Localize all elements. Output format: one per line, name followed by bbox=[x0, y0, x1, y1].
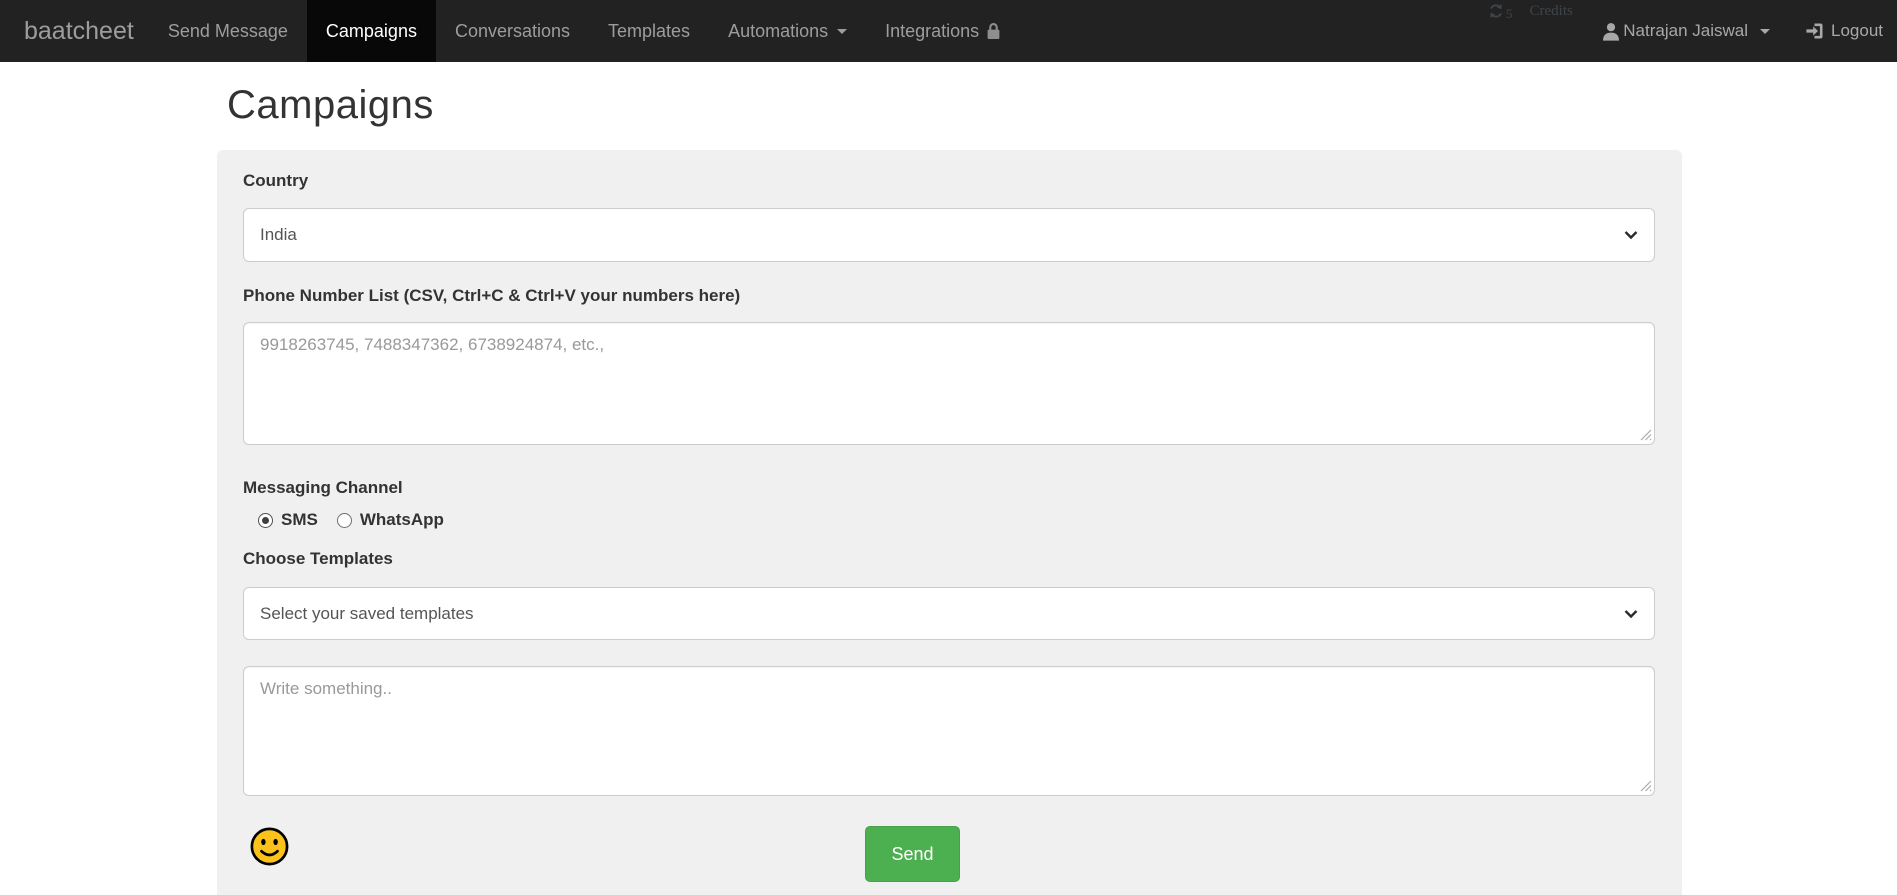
nav-item-integrations[interactable]: Integrations bbox=[866, 0, 1020, 62]
credits-indicator[interactable]: 5 Credits bbox=[1487, 1, 1573, 21]
choose-templates-label: Choose Templates bbox=[243, 549, 393, 568]
nav-item-automations[interactable]: Automations bbox=[709, 0, 866, 62]
messaging-channel-label: Messaging Channel bbox=[243, 478, 403, 497]
radio-whatsapp[interactable]: WhatsApp bbox=[336, 510, 444, 530]
brand-link[interactable]: baatcheet bbox=[0, 0, 149, 62]
logout-icon bbox=[1805, 22, 1824, 40]
radio-icon bbox=[258, 512, 273, 528]
navbar: baatcheet Send Message Campaigns Convers… bbox=[0, 0, 1897, 62]
nav-items: Send Message Campaigns Conversations Tem… bbox=[149, 0, 1020, 62]
country-select-value: India bbox=[260, 225, 297, 244]
logout-button[interactable]: Logout bbox=[1805, 21, 1883, 41]
phone-list-label: Phone Number List (CSV, Ctrl+C & Ctrl+V … bbox=[243, 286, 741, 305]
country-select[interactable]: India bbox=[243, 208, 1655, 262]
radio-sms[interactable]: SMS bbox=[258, 510, 318, 530]
templates-select[interactable]: Select your saved templates bbox=[243, 587, 1655, 640]
nav-item-templates[interactable]: Templates bbox=[589, 0, 709, 62]
nav-item-conversations[interactable]: Conversations bbox=[436, 0, 589, 62]
nav-item-send-message[interactable]: Send Message bbox=[149, 0, 307, 62]
user-name: Natrajan Jaiswal bbox=[1623, 21, 1748, 40]
phone-list-field bbox=[243, 322, 1655, 445]
nav-right: Natrajan Jaiswal Logout bbox=[1602, 0, 1883, 62]
nav-item-label: Automations bbox=[728, 21, 829, 41]
message-field bbox=[243, 666, 1655, 796]
credits-label: Credits bbox=[1529, 2, 1573, 19]
radio-icon bbox=[336, 512, 352, 528]
refresh-icon bbox=[1487, 3, 1505, 19]
campaign-form-panel: Country India Phone Number List (CSV, Ct… bbox=[217, 150, 1682, 895]
chevron-down-icon bbox=[1624, 231, 1638, 240]
chevron-down-icon bbox=[1760, 28, 1770, 34]
radio-sms-label: SMS bbox=[281, 510, 318, 529]
user-icon bbox=[1602, 22, 1620, 41]
nav-item-campaigns[interactable]: Campaigns bbox=[306, 0, 436, 62]
send-button[interactable]: Send bbox=[865, 826, 960, 882]
page-title: Campaigns bbox=[227, 83, 434, 127]
user-menu[interactable]: Natrajan Jaiswal bbox=[1602, 21, 1770, 41]
emoji-smiley-icon[interactable] bbox=[249, 826, 290, 867]
logout-label: Logout bbox=[1831, 21, 1883, 40]
chevron-down-icon bbox=[1624, 609, 1638, 618]
nav-item-label: Integrations bbox=[885, 21, 980, 41]
credits-count: 5 bbox=[1506, 6, 1513, 21]
message-input[interactable] bbox=[243, 666, 1655, 796]
radio-whatsapp-label: WhatsApp bbox=[359, 510, 444, 529]
messaging-channel-options: SMS WhatsApp bbox=[258, 508, 463, 532]
templates-select-value: Select your saved templates bbox=[260, 603, 474, 623]
lock-icon bbox=[986, 22, 1001, 40]
country-label: Country bbox=[243, 171, 309, 190]
phone-list-input[interactable] bbox=[243, 322, 1655, 445]
chevron-down-icon bbox=[837, 28, 848, 34]
